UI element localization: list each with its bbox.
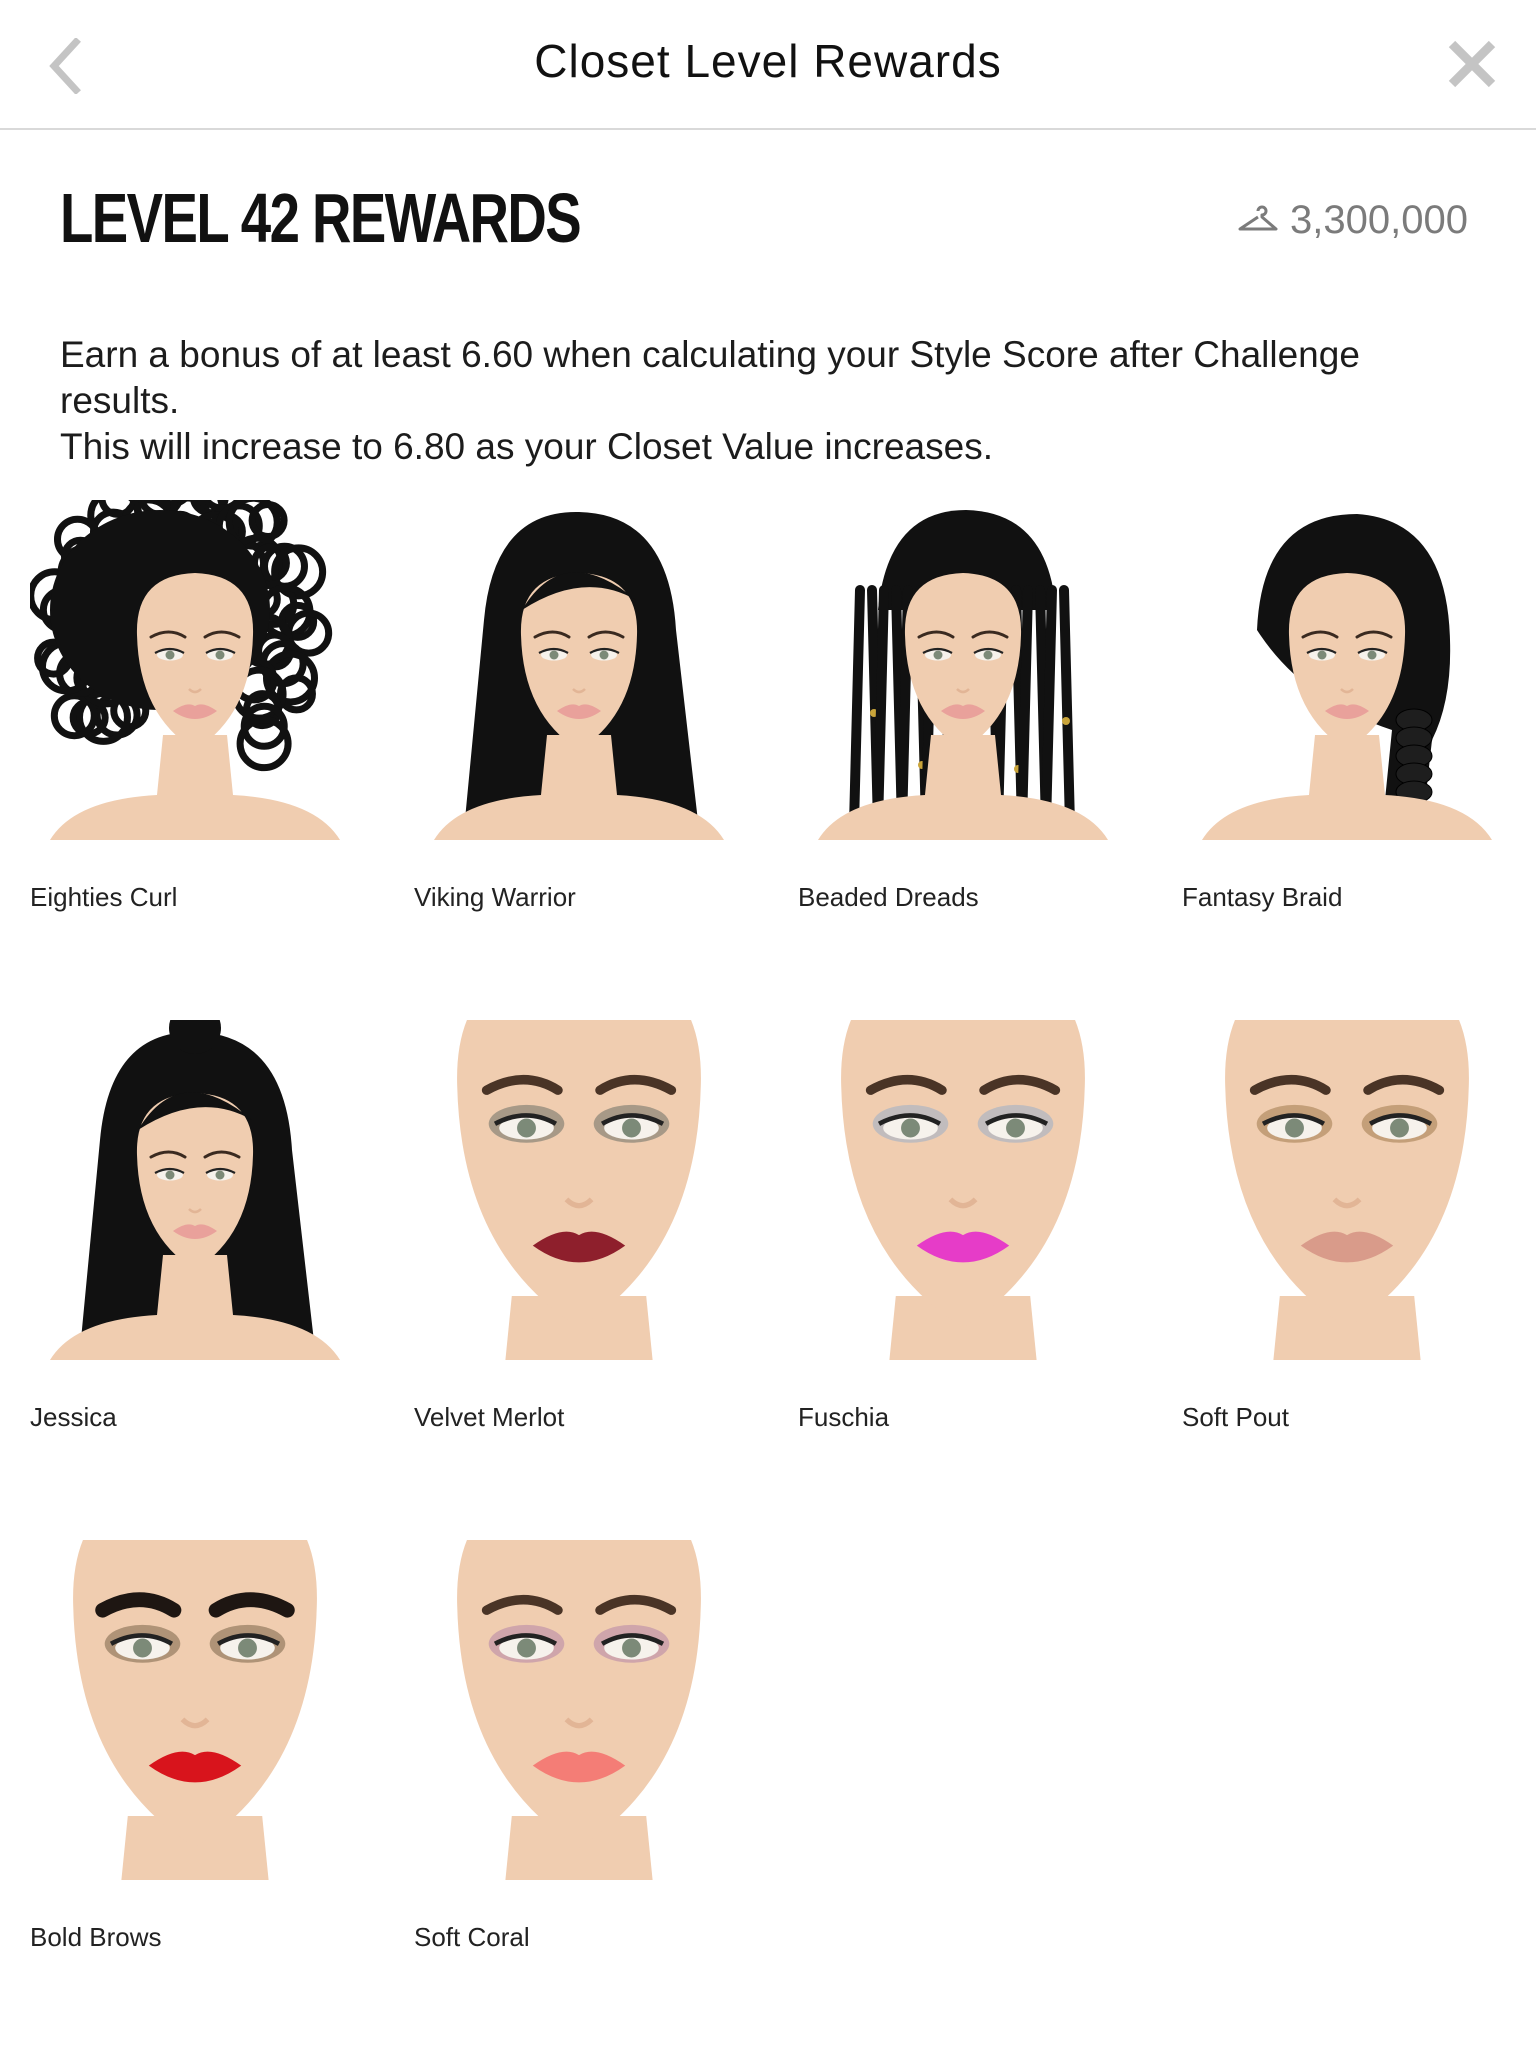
reward-item-jessica[interactable]: Jessica (30, 1020, 360, 1440)
closet-value: 3,300,000 (1236, 196, 1468, 244)
description-line-1: Earn a bonus of at least 6.60 when calcu… (60, 334, 1360, 421)
reward-label: Velvet Merlot (414, 1402, 565, 1432)
reward-item-beaded-dreads[interactable]: Beaded Dreads (798, 500, 1128, 920)
reward-image (457, 1540, 701, 1880)
page-title: Closet Level Rewards (534, 35, 1002, 87)
reward-image (73, 1540, 317, 1880)
reward-image (1225, 1020, 1469, 1360)
face (457, 1020, 701, 1360)
reward-image (50, 1020, 340, 1360)
reward-item-eighties-curl[interactable]: Eighties Curl (30, 500, 360, 920)
description-line-2: This will increase to 6.80 as your Close… (60, 426, 993, 467)
level-title: LEVEL 42 REWARDS (60, 179, 582, 257)
reward-image (434, 511, 724, 840)
reward-label: Soft Pout (1182, 1402, 1289, 1432)
face (841, 1020, 1085, 1360)
reward-item-soft-pout[interactable]: Soft Pout (1182, 1020, 1512, 1440)
reward-label: Fantasy Braid (1182, 882, 1343, 912)
reward-item-soft-coral[interactable]: Soft Coral (414, 1540, 744, 1960)
face (73, 1540, 317, 1880)
reward-label: Eighties Curl (30, 882, 178, 912)
reward-image (841, 1020, 1085, 1360)
reward-label: Fuschia (798, 1402, 890, 1432)
reward-item-viking-warrior[interactable]: Viking Warrior (414, 500, 744, 920)
reward-image (818, 510, 1108, 840)
close-button[interactable] (1446, 38, 1498, 90)
reward-item-velvet-merlot[interactable]: Velvet Merlot (414, 1020, 744, 1440)
hanger-icon (1238, 205, 1278, 231)
reward-label: Soft Coral (414, 1922, 530, 1952)
closet-value-amount: 3,300,000 (1290, 197, 1468, 242)
reward-label: Beaded Dreads (798, 882, 979, 912)
reward-label: Jessica (30, 1402, 117, 1432)
reward-label: Bold Brows (30, 1922, 162, 1952)
reward-label: Viking Warrior (414, 882, 576, 912)
reward-image (457, 1020, 701, 1360)
nav-bar: Closet Level Rewards (0, 0, 1536, 130)
face (457, 1540, 701, 1880)
reward-item-fantasy-braid[interactable]: Fantasy Braid (1182, 500, 1512, 920)
face (1225, 1020, 1469, 1360)
reward-item-fuschia[interactable]: Fuschia (798, 1020, 1128, 1440)
reward-item-bold-brows[interactable]: Bold Brows (30, 1540, 360, 1960)
reward-image (1202, 514, 1492, 840)
reward-description: Earn a bonus of at least 6.60 when calcu… (60, 332, 1480, 470)
reward-image (30, 500, 340, 840)
face (1202, 573, 1492, 840)
close-icon (1448, 40, 1496, 88)
